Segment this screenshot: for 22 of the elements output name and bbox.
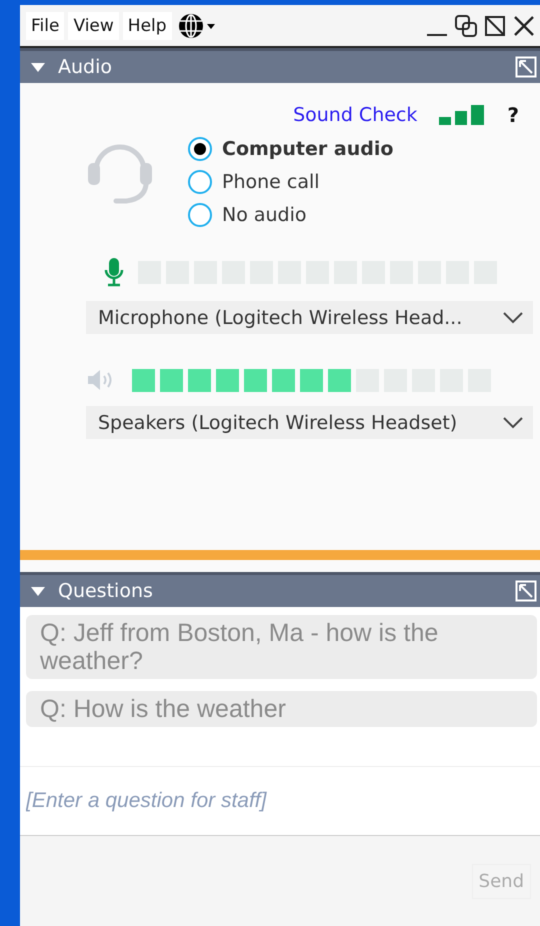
panel-title: Audio bbox=[58, 56, 114, 78]
menu-item[interactable]: View bbox=[68, 12, 119, 40]
question-item: Q: How is the weather bbox=[26, 691, 537, 727]
help-icon[interactable]: ? bbox=[507, 103, 519, 127]
chevron-down-icon bbox=[503, 416, 523, 428]
radio-option[interactable]: Phone call bbox=[188, 170, 394, 194]
speaker-dropdown[interactable]: Speakers (Logitech Wireless Headset) bbox=[86, 406, 533, 439]
signal-bars-icon bbox=[439, 105, 486, 125]
menu-item[interactable]: Help bbox=[122, 12, 172, 40]
chevron-down-icon bbox=[503, 312, 523, 324]
sound-check-link[interactable]: Sound Check bbox=[293, 104, 418, 126]
collapse-triangle-icon[interactable] bbox=[30, 585, 46, 597]
radio-option[interactable]: No audio bbox=[188, 203, 394, 227]
panel-title: Questions bbox=[58, 580, 154, 602]
microphone-icon bbox=[104, 257, 124, 287]
menu-item[interactable]: File bbox=[26, 12, 64, 40]
maximize-icon[interactable] bbox=[483, 14, 507, 38]
collapse-triangle-icon[interactable] bbox=[30, 61, 46, 73]
microphone-dropdown[interactable]: Microphone (Logitech Wireless Head... bbox=[86, 301, 533, 334]
question-item: Q: Jeff from Boston, Ma - how is the weather? bbox=[26, 615, 537, 679]
radio-option[interactable]: Computer audio bbox=[188, 137, 394, 161]
restore-icon[interactable] bbox=[453, 12, 479, 38]
